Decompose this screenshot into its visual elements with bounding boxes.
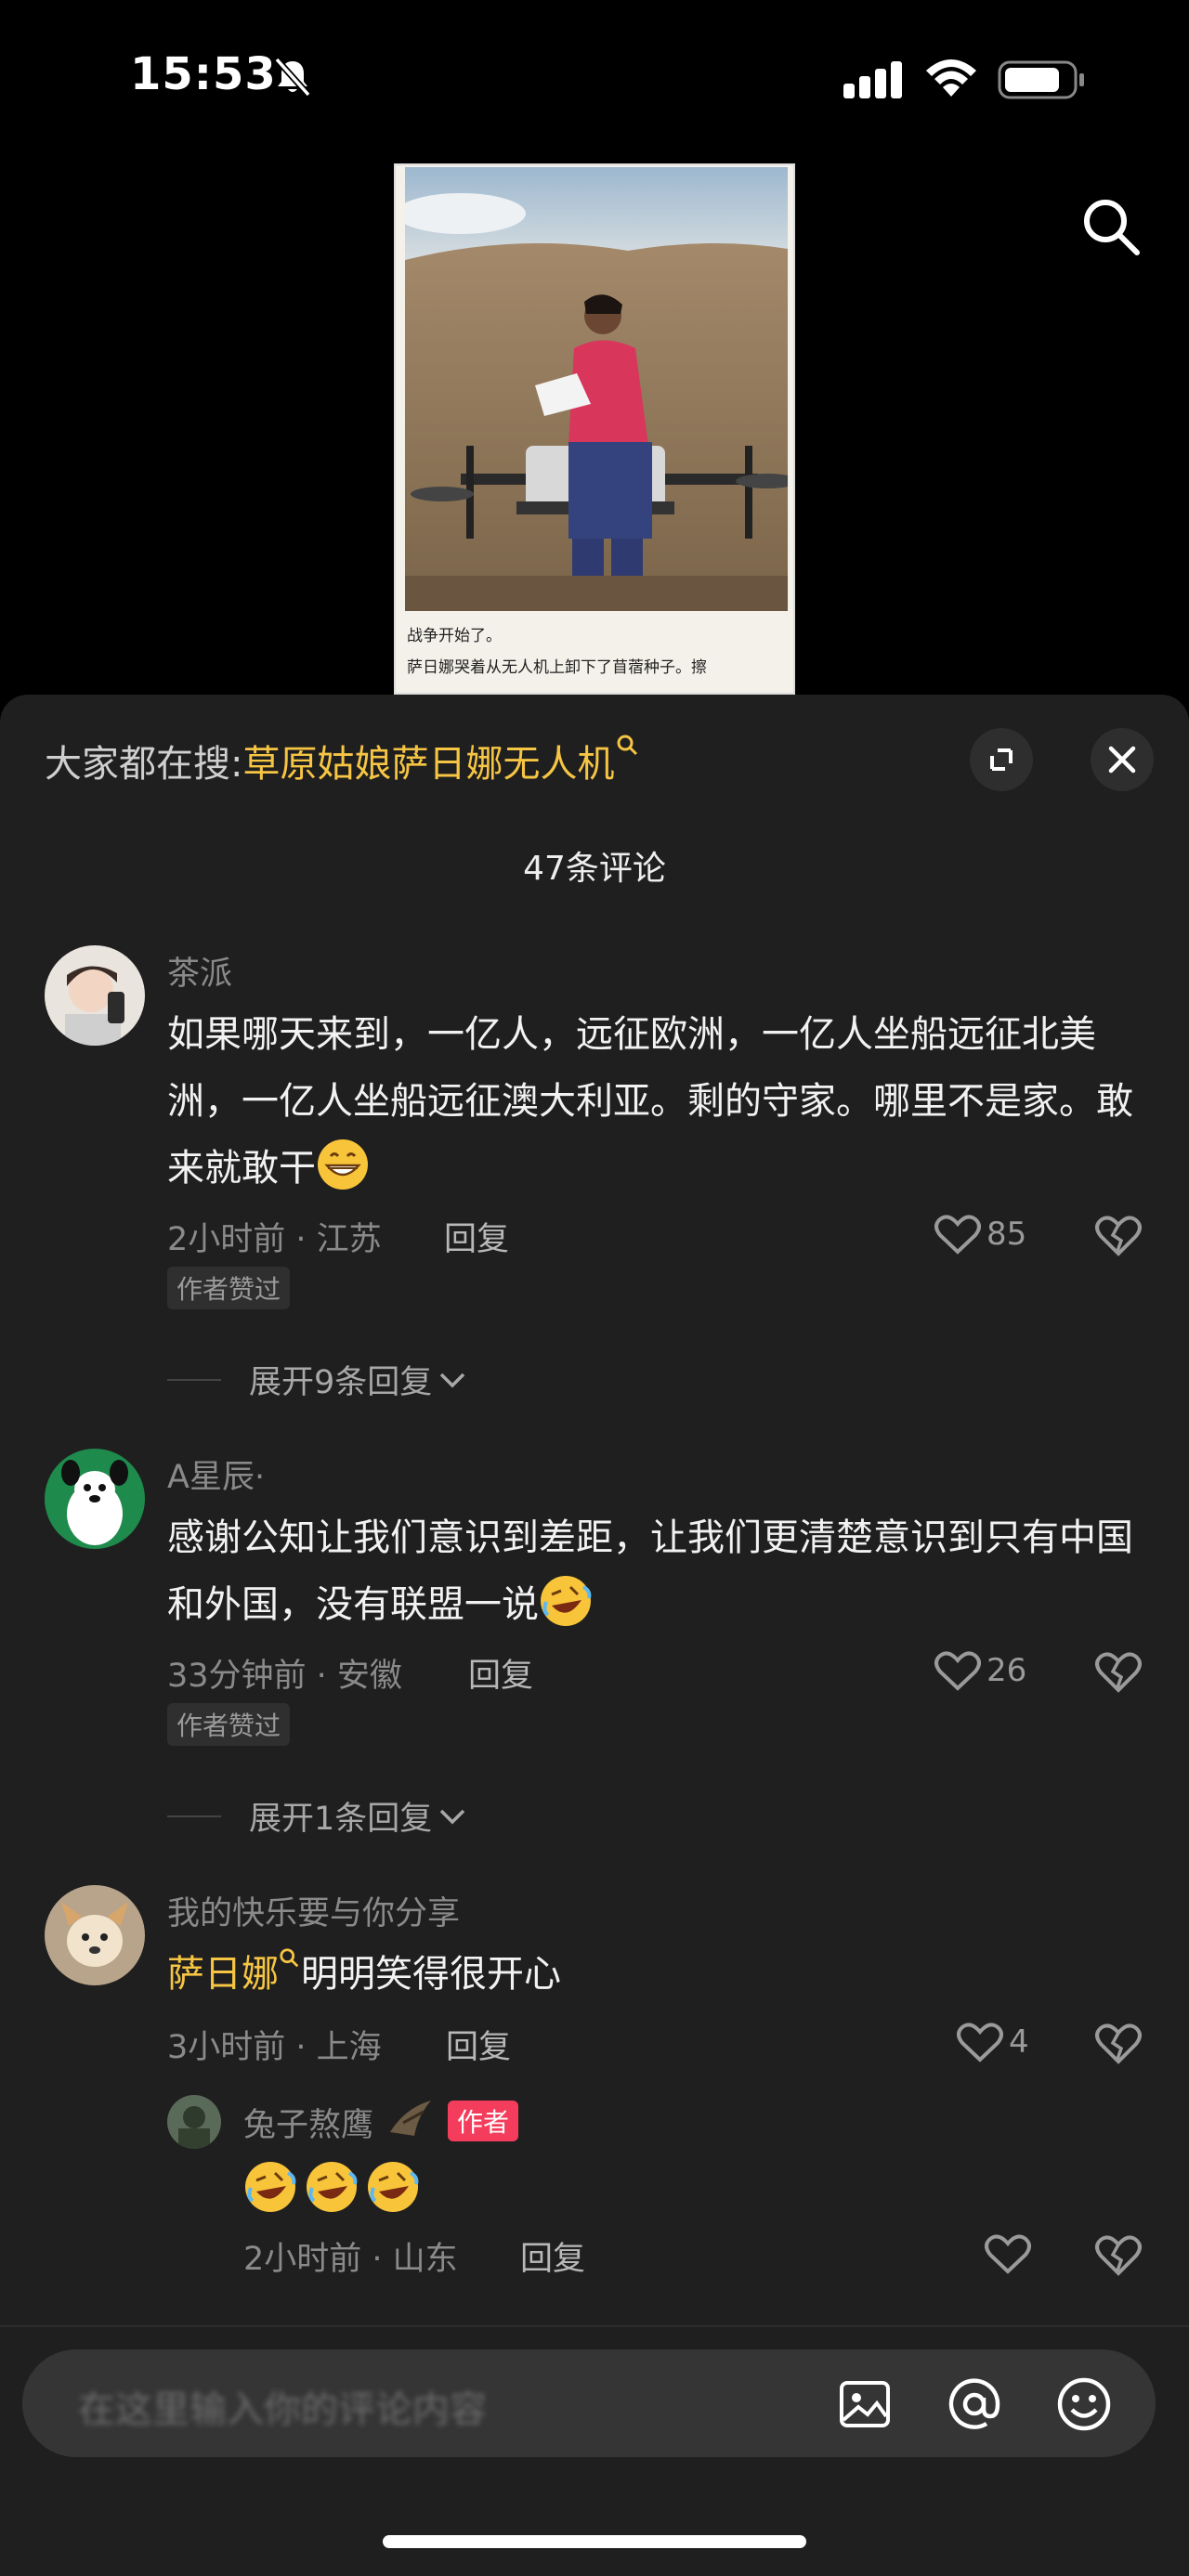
- heart-icon: [957, 2023, 1003, 2062]
- divider-line: [167, 1378, 221, 1381]
- fullscreen-button[interactable]: [970, 728, 1033, 791]
- heart-icon[interactable]: [985, 2232, 1031, 2275]
- reply-meta: 2小时前 · 山东: [243, 2241, 458, 2278]
- avatar[interactable]: [45, 1885, 145, 1985]
- reply-avatar[interactable]: [167, 2095, 221, 2149]
- rofl-emoji-icon: [245, 2162, 296, 2212]
- like-button[interactable]: 85: [934, 1211, 1026, 1257]
- reply-button[interactable]: 回复: [444, 1213, 509, 1260]
- close-icon: [1108, 746, 1136, 774]
- reply-button[interactable]: 回复: [468, 1649, 533, 1697]
- comment-input-placeholder: 在这里输入你的评论内容: [78, 2388, 487, 2431]
- broken-heart-icon[interactable]: [1094, 2021, 1143, 2065]
- grin-emoji-icon: [318, 1139, 368, 1190]
- rofl-emoji-icon: [307, 2162, 358, 2212]
- like-count: 85: [986, 1216, 1027, 1253]
- like-button[interactable]: 4: [957, 2019, 1029, 2065]
- status-time: 15:53: [130, 48, 277, 100]
- comment-username[interactable]: 我的快乐要与你分享: [167, 1887, 460, 1934]
- chevron-down-icon: [440, 1809, 465, 1824]
- comment-count: 47条评论: [523, 850, 666, 888]
- trending-search-term[interactable]: 草原姑娘萨日娜无人机: [242, 743, 614, 786]
- author-badge: 作者: [448, 2101, 519, 2141]
- comment-text: 感谢公知让我们意识到差距，让我们更清楚意识到只有中国和外国，没有联盟一说: [167, 1504, 1152, 1638]
- comment-text-body: 如果哪天来到，一亿人，远征欧洲，一亿人坐船远征北美洲，一亿人坐船远征澳大利亚。剩…: [167, 1013, 1133, 1190]
- reply-text: [243, 2160, 420, 2214]
- rofl-emoji-icon: [368, 2162, 419, 2212]
- search-small-icon: [617, 735, 638, 756]
- comment-text: 如果哪天来到，一亿人，远征欧洲，一亿人坐船远征北美洲，一亿人坐船远征澳大利亚。剩…: [167, 1001, 1152, 1202]
- expand-replies[interactable]: 展开9条回复: [167, 1356, 467, 1403]
- home-indicator[interactable]: [383, 2535, 806, 2548]
- comment-text-body: 明明笑得很开心: [301, 1953, 561, 1996]
- image-icon[interactable]: [836, 2375, 894, 2433]
- avatar[interactable]: [45, 1449, 145, 1549]
- avatar[interactable]: [45, 945, 145, 1046]
- reply-button[interactable]: 回复: [520, 2232, 585, 2280]
- close-button[interactable]: [1091, 728, 1154, 791]
- comment-text-body: 感谢公知让我们意识到差距，让我们更清楚意识到只有中国和外国，没有联盟一说: [167, 1516, 1133, 1626]
- comment-meta: 33分钟前 · 安徽: [167, 1658, 402, 1695]
- video-photo: [405, 167, 788, 611]
- caption-line-1: 战争开始了。: [407, 627, 502, 645]
- expand-replies-label: 展开9条回复: [249, 1364, 433, 1401]
- comment-username[interactable]: 茶派: [167, 947, 232, 995]
- comment-meta: 3小时前 · 上海: [167, 2029, 382, 2066]
- bell-slash-icon: [274, 57, 311, 98]
- trending-search-prefix: 大家都在搜:: [45, 743, 243, 786]
- status-bar: 15:53: [0, 0, 1189, 158]
- video-frame[interactable]: 战争开始了。 萨日娜哭着从无人机上卸下了苜蓿种子。擦: [394, 163, 795, 695]
- divider: [0, 2325, 1189, 2327]
- like-count: 26: [986, 1652, 1027, 1689]
- cellular-signal-icon: [843, 61, 902, 98]
- broken-heart-icon[interactable]: [1094, 1649, 1143, 1694]
- expand-replies[interactable]: 展开1条回复: [167, 1792, 467, 1840]
- heart-icon: [934, 1215, 981, 1255]
- author-liked-badge: 作者赞过: [167, 1703, 291, 1746]
- comment-text: 萨日娜 明明笑得很开心: [167, 1941, 1152, 2008]
- divider-line: [167, 1815, 221, 1817]
- caption-line-2: 萨日娜哭着从无人机上卸下了苜蓿种子。擦: [407, 658, 707, 677]
- like-count: 4: [1009, 2023, 1029, 2061]
- comments-panel: 大家都在搜:草原姑娘萨日娜无人机 47条评论 茶派 如果哪天来到，一亿人，远征欧…: [0, 695, 1189, 2576]
- author-liked-badge: 作者赞过: [167, 1267, 291, 1309]
- at-icon[interactable]: [946, 2375, 1003, 2433]
- chevron-down-icon: [440, 1373, 465, 1387]
- eagle-emoji-icon: [390, 2101, 431, 2136]
- expand-icon: [990, 748, 1013, 771]
- comment-username[interactable]: A星辰·: [167, 1451, 265, 1498]
- heart-icon: [934, 1651, 981, 1691]
- search-small-icon: [280, 1948, 299, 1968]
- rofl-emoji-icon: [541, 1576, 592, 1626]
- comment-input[interactable]: 在这里输入你的评论内容: [22, 2349, 1156, 2457]
- mention-link[interactable]: 萨日娜: [167, 1953, 279, 1996]
- battery-icon: [998, 60, 1084, 99]
- reply-button[interactable]: 回复: [446, 2021, 511, 2068]
- comment-meta: 2小时前 · 江苏: [167, 1221, 382, 1258]
- wifi-icon: [926, 59, 976, 97]
- trending-search[interactable]: 大家都在搜:草原姑娘萨日娜无人机: [45, 734, 640, 787]
- like-button[interactable]: 26: [934, 1647, 1026, 1694]
- reply-username[interactable]: 兔子熬鹰: [243, 2099, 373, 2146]
- video-caption: 战争开始了。 萨日娜哭着从无人机上卸下了苜蓿种子。擦: [407, 620, 788, 683]
- emoji-icon[interactable]: [1055, 2375, 1113, 2433]
- broken-heart-icon[interactable]: [1094, 1213, 1143, 1257]
- broken-heart-icon[interactable]: [1094, 2232, 1143, 2277]
- expand-replies-label: 展开1条回复: [249, 1801, 433, 1838]
- search-icon[interactable]: [1078, 193, 1144, 260]
